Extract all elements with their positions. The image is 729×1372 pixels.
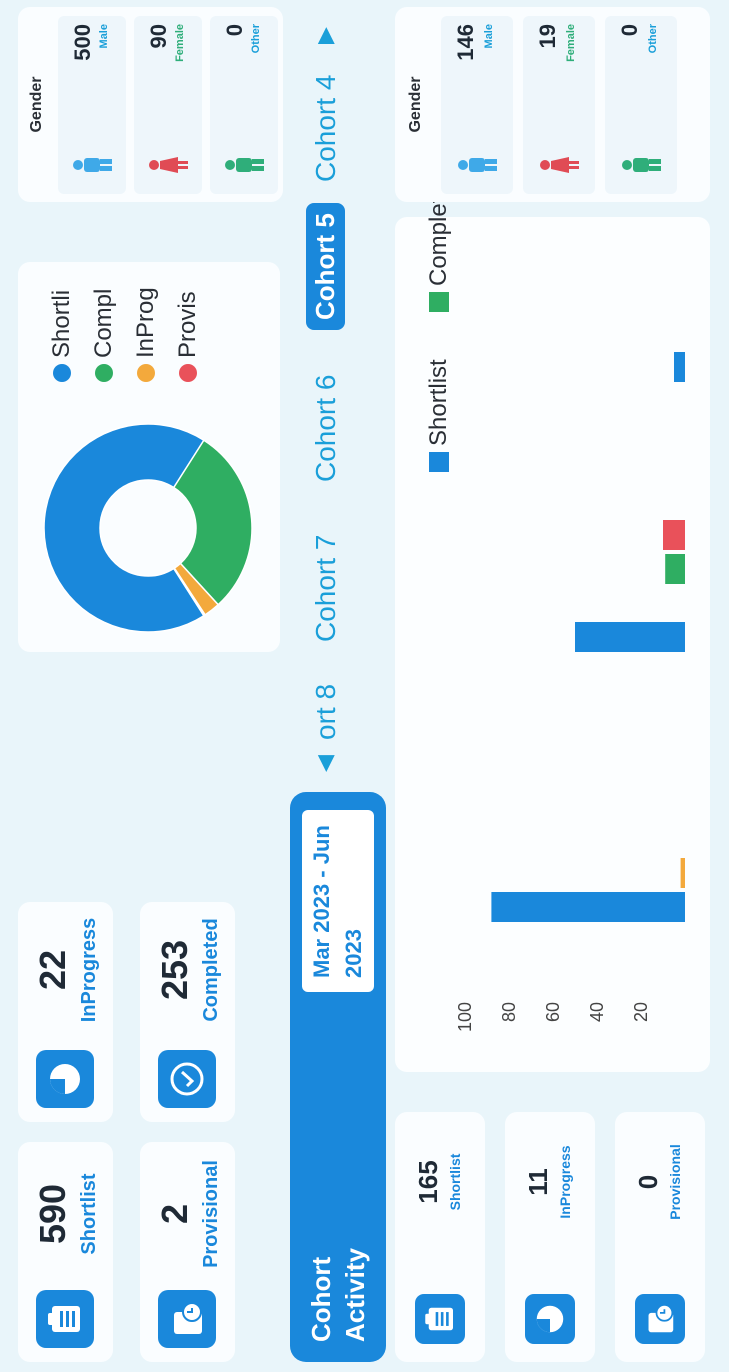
check-circle-icon [158, 1050, 216, 1108]
provisional-count: 2 [154, 1203, 195, 1225]
tabs-next-arrow-icon[interactable]: ▶ [312, 27, 338, 44]
cohort-other-label: Other [647, 24, 659, 54]
other-label: Other [250, 24, 262, 54]
legend-swatch [429, 292, 449, 312]
gender-female-row: 90 Female [134, 16, 202, 194]
other-person-icon [225, 158, 264, 172]
provisional-card[interactable]: 2 Provisional [140, 1142, 235, 1362]
clipboard-clock-icon [158, 1290, 216, 1348]
bar-legend-complete: Complete [425, 183, 453, 312]
tab-cohort-6[interactable]: Cohort 6 [310, 375, 342, 482]
gender-male-row: 500 Male [58, 16, 126, 194]
male-icon [458, 158, 497, 172]
cohort-provisional-card[interactable]: 0 Provisional [615, 1112, 705, 1362]
cohort-title-line2: Activity [340, 1248, 370, 1342]
cohort-provisional-count: 0 [633, 1174, 663, 1190]
cohort-gender-card: Gender 146 Male 19 Female 0 Other [395, 7, 710, 202]
cohort-female-count: 19 [535, 24, 560, 49]
bar-shortlist[interactable] [674, 352, 685, 382]
legend-dot [53, 364, 71, 382]
tabs-prev-arrow-icon[interactable]: ◀ [312, 755, 338, 772]
tab-cohort-5[interactable]: Cohort 5 [306, 203, 345, 330]
pie-progress-icon [36, 1050, 94, 1108]
cohort-gender-other-row: 0 Other [605, 16, 677, 194]
cohort-date-range[interactable]: Mar 2023 - Jun 2023 [302, 810, 374, 992]
bar-shortlist[interactable] [491, 892, 686, 922]
completed-count: 253 [154, 939, 195, 1001]
shortlist-count: 590 [32, 1183, 73, 1245]
inprogress-label: InProgress [78, 917, 100, 1023]
cohort-inprogress-card[interactable]: 11 InProgress [505, 1112, 595, 1362]
y-tick-label: 80 [499, 1002, 519, 1022]
clipboard-list-icon [415, 1294, 465, 1344]
bar-inprogress[interactable] [680, 858, 686, 888]
female-icon [149, 157, 188, 173]
legend-swatch [429, 452, 449, 472]
tab-cohort-8[interactable]: ort 8 [310, 684, 342, 740]
cohort-bar-chart-card: 100 80 60 40 20 Shortlist Complete [395, 183, 710, 1072]
shortlist-card[interactable]: 590 Shortlist [18, 1142, 113, 1362]
tab-cohort-7[interactable]: Cohort 7 [310, 535, 342, 642]
shortlist-label: Shortlist [78, 1173, 100, 1255]
clipboard-clock-icon [635, 1294, 685, 1344]
male-label: Male [98, 24, 110, 49]
legend-dot [179, 364, 197, 382]
y-tick-label: 100 [455, 1002, 475, 1032]
y-tick-label: 60 [543, 1002, 563, 1022]
bar-provisional[interactable] [663, 520, 685, 550]
legend-shortlist: Shortli [48, 290, 76, 382]
cohort-gender-female-row: 19 Female [523, 16, 595, 194]
donut-chart-card: Shortli Compl InProg Provis [18, 262, 280, 652]
gender-title: Gender [28, 76, 45, 133]
completed-card[interactable]: 253 Completed [140, 902, 235, 1122]
cohort-gender-title: Gender [407, 76, 424, 133]
pie-progress-icon [525, 1294, 575, 1344]
tab-cohort-4[interactable]: Cohort 4 [310, 75, 342, 182]
donut-slice-0[interactable] [43, 423, 205, 633]
cohort-other-count: 0 [617, 24, 642, 37]
male-count: 500 [70, 24, 95, 61]
legend-completed: Compl [90, 289, 118, 382]
bar-shortlist[interactable] [575, 622, 685, 652]
male-icon [73, 158, 112, 172]
cohort-provisional-label: Provisional [667, 1144, 683, 1220]
cohort-title-line1: Cohort [306, 1256, 336, 1342]
inprogress-card[interactable]: 22 InProgress [18, 902, 113, 1122]
legend-dot [95, 364, 113, 382]
donut-chart [43, 423, 253, 633]
clipboard-list-icon [36, 1290, 94, 1348]
cohort-bar-chart: 100 80 60 40 20 [455, 352, 686, 1032]
legend-inprogress: InProg [132, 287, 160, 382]
cohort-male-count: 146 [453, 24, 478, 61]
cohort-shortlist-card[interactable]: 165 Shortlist [395, 1112, 485, 1362]
cohort-male-label: Male [483, 24, 495, 49]
y-tick-label: 40 [587, 1002, 607, 1022]
legend-dot [137, 364, 155, 382]
bar-complete[interactable] [665, 554, 686, 584]
cohort-inprogress-count: 11 [523, 1168, 553, 1196]
female-label: Female [174, 24, 186, 62]
cohort-activity-header: Cohort Activity Mar 2023 - Jun 2023 [290, 792, 386, 1362]
cohort-shortlist-label: Shortlist [447, 1153, 463, 1211]
completed-label: Completed [200, 918, 222, 1022]
gender-card: Gender 500 Male 90 Female 0 Other [18, 7, 283, 202]
cohort-tabs: ◀ ort 8 Cohort 7 Cohort 6 Cohort 5 Cohor… [300, 2, 360, 772]
legend-provisional: Provis [174, 291, 202, 382]
cohort-gender-male-row: 146 Male [441, 16, 513, 194]
other-count: 0 [222, 24, 247, 37]
gender-other-row: 0 Other [210, 16, 278, 194]
other-person-icon [622, 158, 661, 172]
bar-legend-shortlist: Shortlist [425, 359, 453, 472]
provisional-label: Provisional [200, 1160, 222, 1268]
cohort-shortlist-count: 165 [413, 1160, 443, 1204]
female-count: 90 [146, 24, 171, 49]
inprogress-count: 22 [32, 949, 73, 991]
cohort-female-label: Female [565, 24, 577, 62]
y-tick-label: 20 [631, 1002, 651, 1022]
female-icon [540, 157, 579, 173]
cohort-inprogress-label: InProgress [557, 1145, 573, 1219]
dashboard: 590 Shortlist 22 InProgress 2 Provisiona… [0, 0, 729, 1372]
